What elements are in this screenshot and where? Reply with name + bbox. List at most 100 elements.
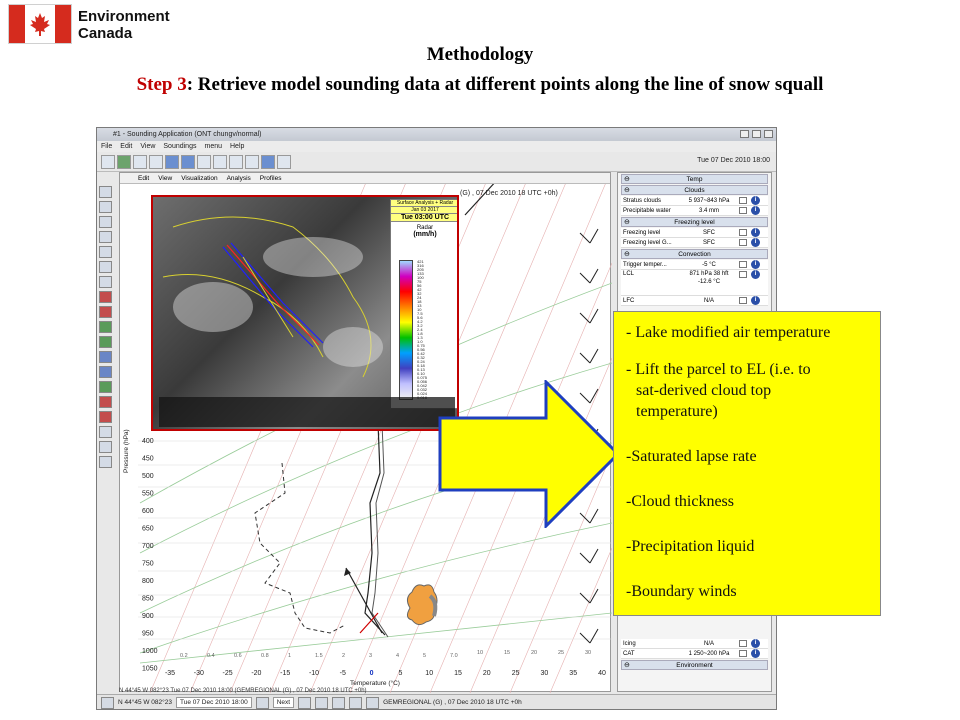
mixing-ratio-label: 25 xyxy=(558,650,564,656)
date-select[interactable]: Tue 07 Dec 2010 18:00 xyxy=(175,697,252,708)
layer-tool-icon[interactable] xyxy=(99,276,112,288)
pan-tool-icon[interactable] xyxy=(99,261,112,273)
chart-menu-view[interactable]: View xyxy=(158,173,172,183)
red-layer-icon[interactable] xyxy=(99,291,112,303)
tile-icon[interactable] xyxy=(245,154,259,169)
show-checkbox[interactable] xyxy=(739,239,747,246)
info-icon[interactable]: i xyxy=(751,260,760,269)
person-icon[interactable] xyxy=(99,426,112,438)
checkbox-icon[interactable] xyxy=(101,696,114,709)
info-icon[interactable]: i xyxy=(751,206,760,215)
blue-layer-icon[interactable] xyxy=(99,351,112,363)
info-icon[interactable]: i xyxy=(751,270,760,279)
show-checkbox[interactable] xyxy=(739,207,747,214)
chart-menu-visualization[interactable]: Visualization xyxy=(181,173,217,183)
temp-section-header[interactable]: Temp xyxy=(621,174,768,184)
window-title: #1 - Sounding Application (ONT chungv/no… xyxy=(113,131,262,138)
menu-view[interactable]: View xyxy=(140,141,155,152)
note-line-7: -Precipitation liquid xyxy=(626,538,755,555)
left-tool-palette xyxy=(99,186,115,468)
pressure-tick-label: 550 xyxy=(142,491,154,498)
red-layer-2-icon[interactable] xyxy=(99,306,112,318)
zoom-tool-icon[interactable] xyxy=(99,246,112,258)
legend-time: Tue 03:00 UTC xyxy=(391,214,457,222)
info-icon[interactable]: i xyxy=(751,296,760,305)
print-icon[interactable] xyxy=(277,154,291,169)
table-icon[interactable] xyxy=(332,696,346,709)
show-checkbox[interactable] xyxy=(739,650,747,657)
redo-icon[interactable] xyxy=(181,154,195,169)
clouds-value: 3.4 mm xyxy=(698,208,719,214)
refresh-icon[interactable] xyxy=(349,696,363,709)
frame-tool-icon[interactable] xyxy=(99,216,112,228)
next-select[interactable]: Next xyxy=(272,697,295,708)
mixing-ratio-label: 1.5 xyxy=(315,653,323,659)
grid-icon[interactable] xyxy=(213,154,227,169)
menu-menu[interactable]: menu xyxy=(204,141,222,152)
big-right-arrow xyxy=(438,380,621,528)
globe-icon[interactable] xyxy=(117,154,131,169)
windows-icon[interactable] xyxy=(261,154,275,169)
forward-icon[interactable] xyxy=(298,696,312,709)
show-checkbox[interactable] xyxy=(739,197,747,204)
pressure-tick-label: 600 xyxy=(142,508,154,515)
graph-icon[interactable] xyxy=(99,381,112,393)
menu-soundings[interactable]: Soundings xyxy=(163,141,196,152)
back-icon[interactable] xyxy=(255,696,269,709)
convection-value: N/A xyxy=(703,298,714,304)
temperature-tick-label: -15 xyxy=(280,670,290,677)
chart-menu-bar: Edit View Visualization Analysis Profile… xyxy=(120,173,610,184)
menu-help[interactable]: Help xyxy=(230,141,244,152)
pointer-tool-icon[interactable] xyxy=(99,186,112,198)
info-icon[interactable]: i xyxy=(751,639,760,648)
show-checkbox[interactable] xyxy=(739,229,747,236)
freezing-section-header[interactable]: Freezing level xyxy=(621,217,768,227)
open-icon[interactable] xyxy=(101,154,115,169)
blue-layer-2-icon[interactable] xyxy=(99,366,112,378)
palette-icon[interactable] xyxy=(99,396,112,408)
show-checkbox[interactable] xyxy=(739,261,747,268)
logo-text-line2: Canada xyxy=(78,25,133,42)
maximize-button[interactable] xyxy=(752,130,761,138)
green-layer-2-icon[interactable] xyxy=(99,336,112,348)
menu-edit[interactable]: Edit xyxy=(120,141,132,152)
info-icon[interactable]: i xyxy=(751,238,760,247)
info-icon[interactable]: i xyxy=(751,196,760,205)
show-checkbox[interactable] xyxy=(739,271,747,278)
freezing-row: Freezing level SFC i xyxy=(621,228,768,238)
hazard-key: CAT xyxy=(623,651,635,657)
temperature-tick-label: -25 xyxy=(223,670,233,677)
info-icon[interactable]: i xyxy=(751,228,760,237)
environment-section-header[interactable]: Environment xyxy=(621,660,768,670)
clock-icon[interactable] xyxy=(149,154,163,169)
info-icon[interactable]: i xyxy=(751,649,760,658)
model-icon[interactable] xyxy=(366,696,380,709)
brush-icon[interactable] xyxy=(99,411,112,423)
step-description: : Retrieve model sounding data at differ… xyxy=(186,74,824,95)
save-icon[interactable] xyxy=(133,154,147,169)
minimize-button[interactable] xyxy=(740,130,749,138)
main-toolbar: Tue 07 Dec 2010 18:00 xyxy=(97,152,776,172)
chart-menu-analysis[interactable]: Analysis xyxy=(227,173,251,183)
select-tool-icon[interactable] xyxy=(99,231,112,243)
show-checkbox[interactable] xyxy=(739,640,747,647)
clouds-section-header[interactable]: Clouds xyxy=(621,185,768,195)
cursor-icon[interactable] xyxy=(197,154,211,169)
document-icon[interactable] xyxy=(99,441,112,453)
trash-icon[interactable] xyxy=(315,696,329,709)
chart-menu-profiles[interactable]: Profiles xyxy=(260,173,282,183)
close-button[interactable] xyxy=(764,130,773,138)
list-icon[interactable] xyxy=(99,456,112,468)
menu-file[interactable]: File xyxy=(101,141,112,152)
temperature-tick-label: -20 xyxy=(251,670,261,677)
chart-menu-edit[interactable]: Edit xyxy=(138,173,149,183)
freezing-key: Freezing level xyxy=(623,230,661,236)
green-layer-icon[interactable] xyxy=(99,321,112,333)
move-tool-icon[interactable] xyxy=(99,201,112,213)
undo-icon[interactable] xyxy=(165,154,179,169)
pressure-tick-label: 400 xyxy=(142,438,154,445)
mixing-ratio-label: 10 xyxy=(477,650,483,656)
convection-section-header[interactable]: Convection xyxy=(621,249,768,259)
layout-icon[interactable] xyxy=(229,154,243,169)
show-checkbox[interactable] xyxy=(739,297,747,304)
